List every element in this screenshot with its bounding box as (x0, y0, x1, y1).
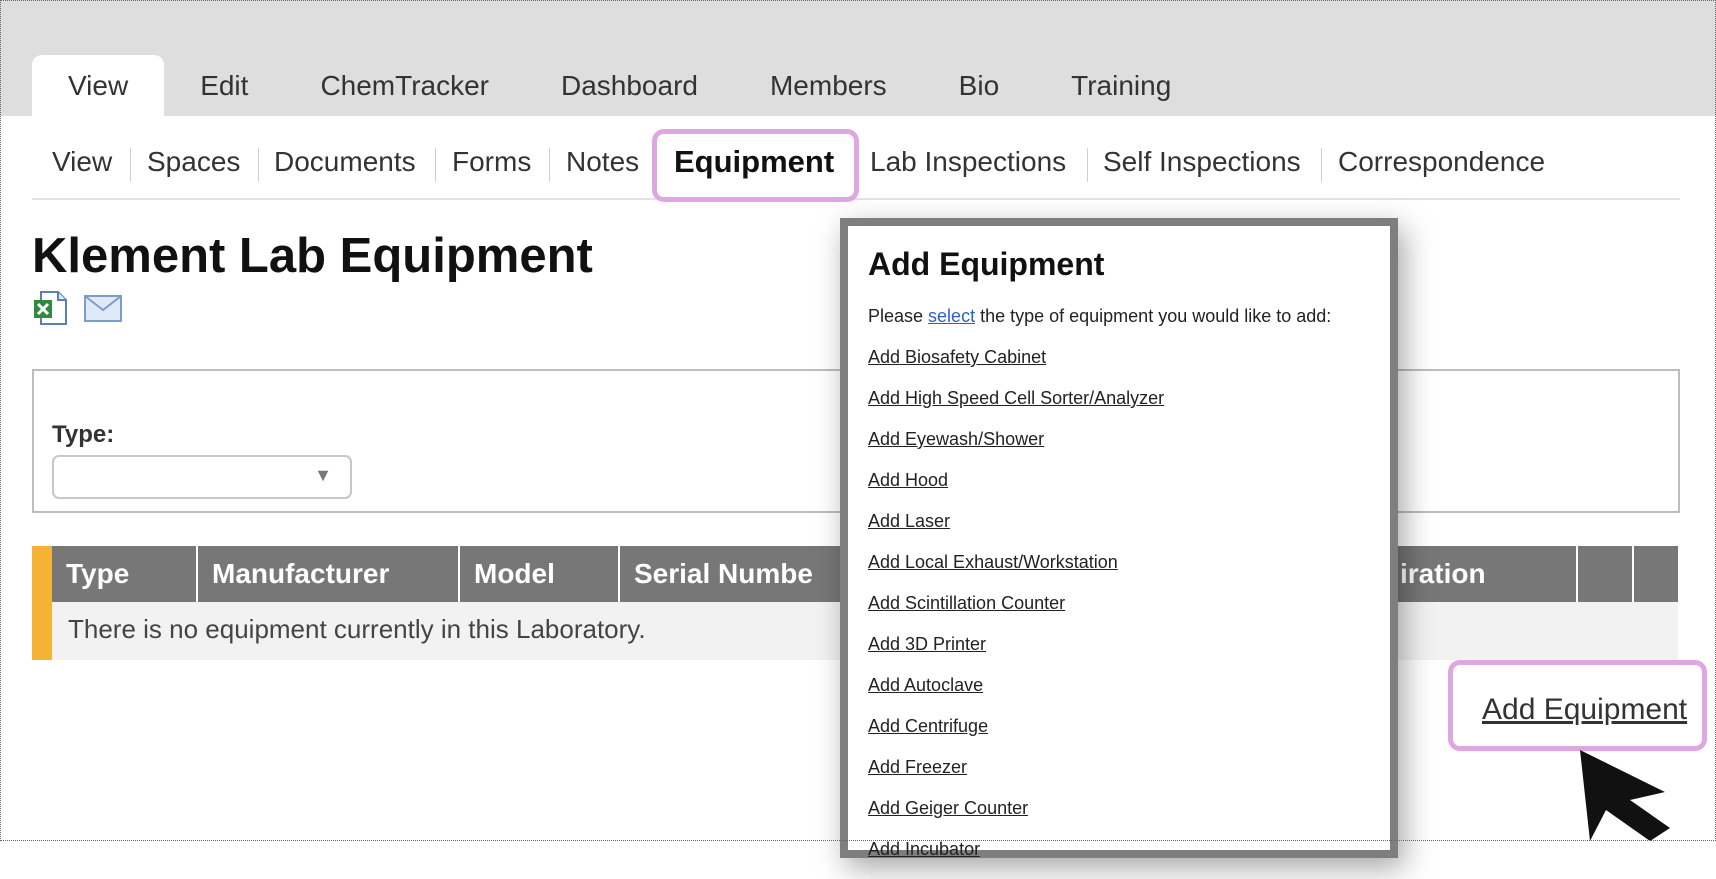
column-header-action-2 (1632, 546, 1678, 602)
subnav-documents[interactable]: Documents (274, 144, 416, 180)
subnav-correspondence[interactable]: Correspondence (1338, 144, 1545, 180)
add-biosafety-cabinet-link[interactable]: Add Biosafety Cabinet (868, 347, 1046, 367)
select-link[interactable]: select (928, 306, 975, 326)
tab-bio[interactable]: Bio (923, 55, 1035, 116)
add-scintillation-counter-link[interactable]: Add Scintillation Counter (868, 593, 1065, 613)
add-local-exhaust-link[interactable]: Add Local Exhaust/Workstation (868, 552, 1118, 572)
dialog-title: Add Equipment (868, 246, 1105, 282)
excel-export-icon[interactable] (32, 290, 70, 326)
type-filter-label: Type: (52, 421, 115, 448)
dialog-instructions: Please select the type of equipment you … (868, 306, 1331, 327)
subnav-lab-inspections[interactable]: Lab Inspections (870, 144, 1066, 180)
add-geiger-counter-link[interactable]: Add Geiger Counter (868, 798, 1028, 818)
tab-edit[interactable]: Edit (164, 55, 284, 116)
top-tab-bar: View Edit ChemTracker Dashboard Members … (0, 0, 1716, 116)
add-hood-link[interactable]: Add Hood (868, 470, 948, 490)
add-3d-printer-link[interactable]: Add 3D Printer (868, 634, 986, 654)
row-accent (32, 546, 52, 602)
column-header-serial-number[interactable]: Serial Numbe (618, 546, 878, 602)
column-header-model[interactable]: Model (458, 546, 618, 602)
empty-table-message: There is no equipment currently in this … (68, 614, 646, 644)
add-incubator-link[interactable]: Add Incubator (868, 839, 980, 859)
top-tabs: View Edit ChemTracker Dashboard Members … (32, 55, 1207, 116)
tab-dashboard[interactable]: Dashboard (525, 55, 734, 116)
row-accent (32, 602, 52, 660)
subnav-view[interactable]: View (52, 144, 112, 180)
subnav-notes[interactable]: Notes (566, 144, 639, 180)
subnav-spaces[interactable]: Spaces (147, 144, 240, 180)
subnav-self-inspections[interactable]: Self Inspections (1103, 144, 1301, 180)
add-autoclave-link[interactable]: Add Autoclave (868, 675, 983, 695)
tab-members[interactable]: Members (734, 55, 923, 116)
column-header-manufacturer[interactable]: Manufacturer (196, 546, 458, 602)
tab-chemtracker[interactable]: ChemTracker (284, 55, 525, 116)
tab-view[interactable]: View (32, 55, 165, 116)
add-cell-sorter-link[interactable]: Add High Speed Cell Sorter/Analyzer (868, 388, 1164, 408)
column-header-action-1 (1576, 546, 1632, 602)
subnav-divider (435, 148, 436, 182)
instruction-text-after: the type of equipment you would like to … (975, 306, 1332, 326)
subnav-divider (130, 148, 131, 182)
equipment-type-list: Add Biosafety Cabinet Add High Speed Cel… (868, 346, 1164, 879)
tab-training[interactable]: Training (1035, 55, 1207, 116)
add-laser-link[interactable]: Add Laser (868, 511, 950, 531)
pointer-arrow-icon (1580, 750, 1670, 841)
email-icon[interactable] (83, 290, 122, 326)
column-header-expiration[interactable]: iration (1398, 546, 1576, 602)
column-header-type[interactable]: Type (52, 546, 196, 602)
dropdown-arrow-icon: ▼ (314, 465, 332, 485)
add-freezer-link[interactable]: Add Freezer (868, 757, 967, 777)
equipment-tab-highlight (652, 129, 859, 202)
subnav-divider (549, 148, 550, 182)
add-centrifuge-link[interactable]: Add Centrifuge (868, 716, 988, 736)
type-filter-select[interactable]: ▼ (52, 455, 352, 499)
instruction-text-before: Please (868, 306, 929, 326)
subnav-divider (1087, 148, 1088, 182)
add-eyewash-shower-link[interactable]: Add Eyewash/Shower (868, 429, 1044, 449)
subnav-divider (1321, 148, 1322, 182)
page-title: Klement Lab Equipment (32, 229, 593, 283)
add-equipment-dialog: Add Equipment Please select the type of … (840, 218, 1398, 859)
subnav-forms[interactable]: Forms (452, 144, 531, 180)
add-equipment-highlight (1448, 660, 1707, 751)
subnav-divider (258, 148, 259, 182)
